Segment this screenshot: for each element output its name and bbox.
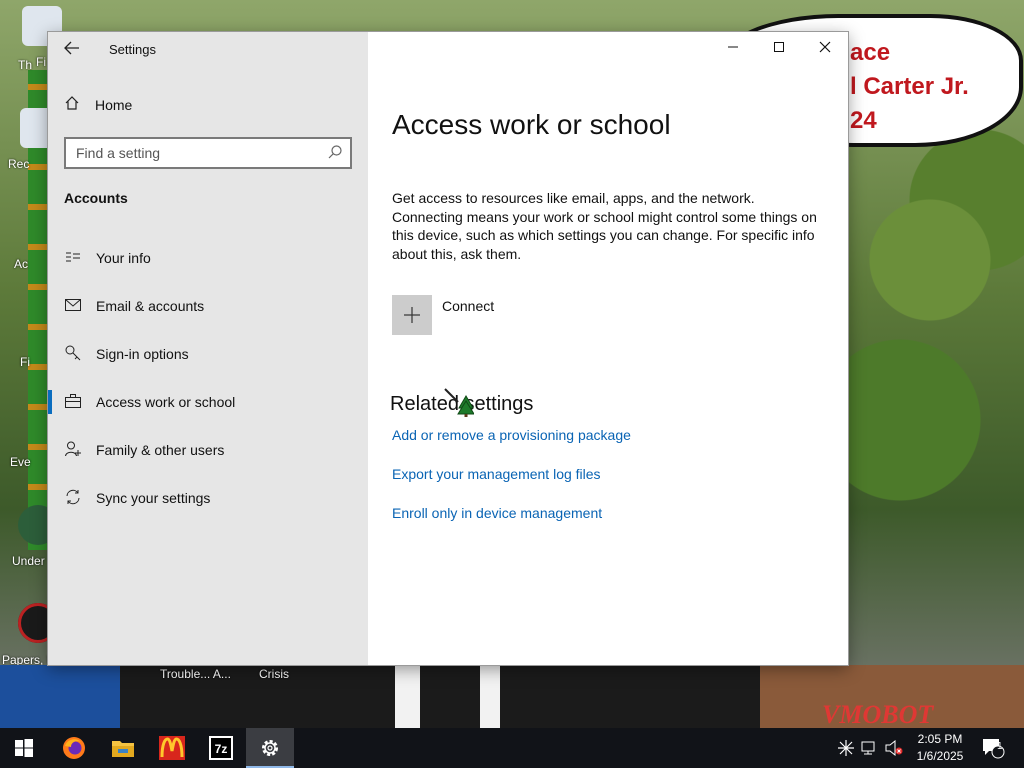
desktop-icon-label[interactable]: Fi bbox=[36, 55, 46, 69]
minimize-icon bbox=[728, 46, 738, 48]
minimize-button[interactable] bbox=[710, 32, 756, 66]
sidebar-item-access-work-school[interactable]: Access work or school bbox=[48, 382, 368, 422]
maximize-icon bbox=[774, 42, 784, 52]
7zip-label: 7z bbox=[215, 742, 228, 756]
clock-date: 1/6/2025 bbox=[916, 749, 964, 763]
taskbar-clock[interactable]: 2:05 PM 1/6/2025 bbox=[905, 731, 975, 765]
desktop-icon-label[interactable]: Fi bbox=[20, 355, 30, 369]
windows-start-icon bbox=[15, 739, 33, 757]
sidebar-item-label: Email & accounts bbox=[96, 298, 205, 314]
taskbar: 7z 2:05 PM 1/6/2025 1 bbox=[0, 728, 1024, 768]
person-list-icon bbox=[64, 250, 82, 267]
desktop-icon-label[interactable]: Trouble... A... bbox=[160, 667, 231, 681]
action-center-button[interactable]: 1 bbox=[978, 728, 1008, 768]
search-box[interactable] bbox=[64, 137, 352, 169]
file-explorer-icon bbox=[112, 741, 134, 757]
sidebar-item-home[interactable]: Home bbox=[64, 92, 132, 118]
sidebar-item-label: Sign-in options bbox=[96, 346, 189, 362]
back-arrow-icon bbox=[64, 41, 79, 55]
sparkle-icon bbox=[838, 740, 854, 756]
search-icon[interactable] bbox=[327, 144, 343, 160]
7zip-icon: 7z bbox=[209, 736, 233, 760]
plus-icon bbox=[392, 295, 432, 335]
page-title: Access work or school bbox=[392, 108, 671, 140]
mail-icon bbox=[64, 298, 82, 314]
sidebar-item-label: Family & other users bbox=[96, 442, 225, 458]
tray-sparkle[interactable] bbox=[836, 728, 856, 768]
key-icon bbox=[64, 345, 82, 364]
christmas-tree-cursor-icon bbox=[444, 388, 474, 417]
start-button[interactable] bbox=[0, 728, 48, 768]
page-description: Get access to resources like email, apps… bbox=[392, 190, 817, 262]
network-icon bbox=[861, 741, 875, 755]
sync-icon bbox=[64, 489, 82, 508]
export-log-files-link[interactable]: Export your management log files bbox=[392, 466, 601, 482]
briefcase-icon bbox=[64, 393, 82, 411]
search-input[interactable] bbox=[66, 139, 316, 167]
tray-volume[interactable] bbox=[883, 728, 905, 768]
settings-sidebar: Home Accounts Your info Email & accounts bbox=[48, 32, 368, 665]
sidebar-item-label: Access work or school bbox=[96, 394, 236, 410]
watermark-logo: VMOBOT bbox=[822, 700, 934, 728]
sidebar-item-email-accounts[interactable]: Email & accounts bbox=[48, 286, 368, 326]
window-title: Settings bbox=[109, 42, 156, 57]
volume-muted-icon bbox=[885, 740, 903, 756]
clock-time: 2:05 PM bbox=[917, 732, 963, 746]
desktop-icon-label[interactable]: Rec bbox=[8, 157, 29, 171]
sidebar-section-heading: Accounts bbox=[64, 190, 128, 206]
provisioning-package-link[interactable]: Add or remove a provisioning package bbox=[392, 427, 631, 443]
sidebar-item-family-users[interactable]: Family & other users bbox=[48, 430, 368, 470]
desktop-icon-label[interactable]: Ac bbox=[14, 257, 28, 271]
sidebar-item-sync-settings[interactable]: Sync your settings bbox=[48, 478, 368, 518]
connect-button[interactable]: Connect bbox=[392, 295, 494, 335]
taskbar-file-explorer[interactable] bbox=[99, 728, 147, 768]
settings-gear-icon bbox=[262, 740, 278, 756]
enroll-device-management-link[interactable]: Enroll only in device management bbox=[392, 505, 602, 521]
desktop-icon-label[interactable]: Under bbox=[12, 554, 45, 568]
sidebar-item-sign-in-options[interactable]: Sign-in options bbox=[48, 334, 368, 374]
person-add-icon bbox=[64, 441, 82, 460]
desktop-icon-label[interactable]: Crisis bbox=[259, 667, 289, 681]
close-button[interactable] bbox=[802, 32, 848, 66]
desktop-icon-label[interactable]: Eve bbox=[10, 455, 31, 469]
sidebar-item-label: Your info bbox=[96, 250, 151, 266]
speech-bubble-text: ace l Carter Jr. 24 bbox=[850, 39, 969, 134]
taskbar-7zip[interactable]: 7z bbox=[197, 728, 245, 768]
close-icon bbox=[819, 41, 831, 53]
mcdonalds-icon bbox=[159, 736, 185, 760]
sidebar-item-your-info[interactable]: Your info bbox=[48, 238, 368, 278]
firefox-icon bbox=[63, 737, 85, 759]
maximize-button[interactable] bbox=[756, 32, 802, 66]
home-icon bbox=[64, 95, 82, 116]
taskbar-firefox[interactable] bbox=[50, 728, 98, 768]
connect-label: Connect bbox=[442, 298, 495, 314]
notification-count: 1 bbox=[997, 741, 1003, 752]
taskbar-settings[interactable] bbox=[246, 728, 294, 768]
desktop-icon-label[interactable]: Th bbox=[18, 58, 32, 72]
back-button[interactable] bbox=[60, 38, 84, 60]
settings-window: Home Accounts Your info Email & accounts bbox=[48, 32, 848, 665]
sidebar-item-label: Sync your settings bbox=[96, 490, 211, 506]
sidebar-item-label: Home bbox=[95, 97, 133, 113]
tray-network[interactable] bbox=[859, 728, 881, 768]
taskbar-mcdonalds[interactable] bbox=[148, 728, 196, 768]
window-titlebar[interactable]: Settings bbox=[48, 32, 848, 66]
